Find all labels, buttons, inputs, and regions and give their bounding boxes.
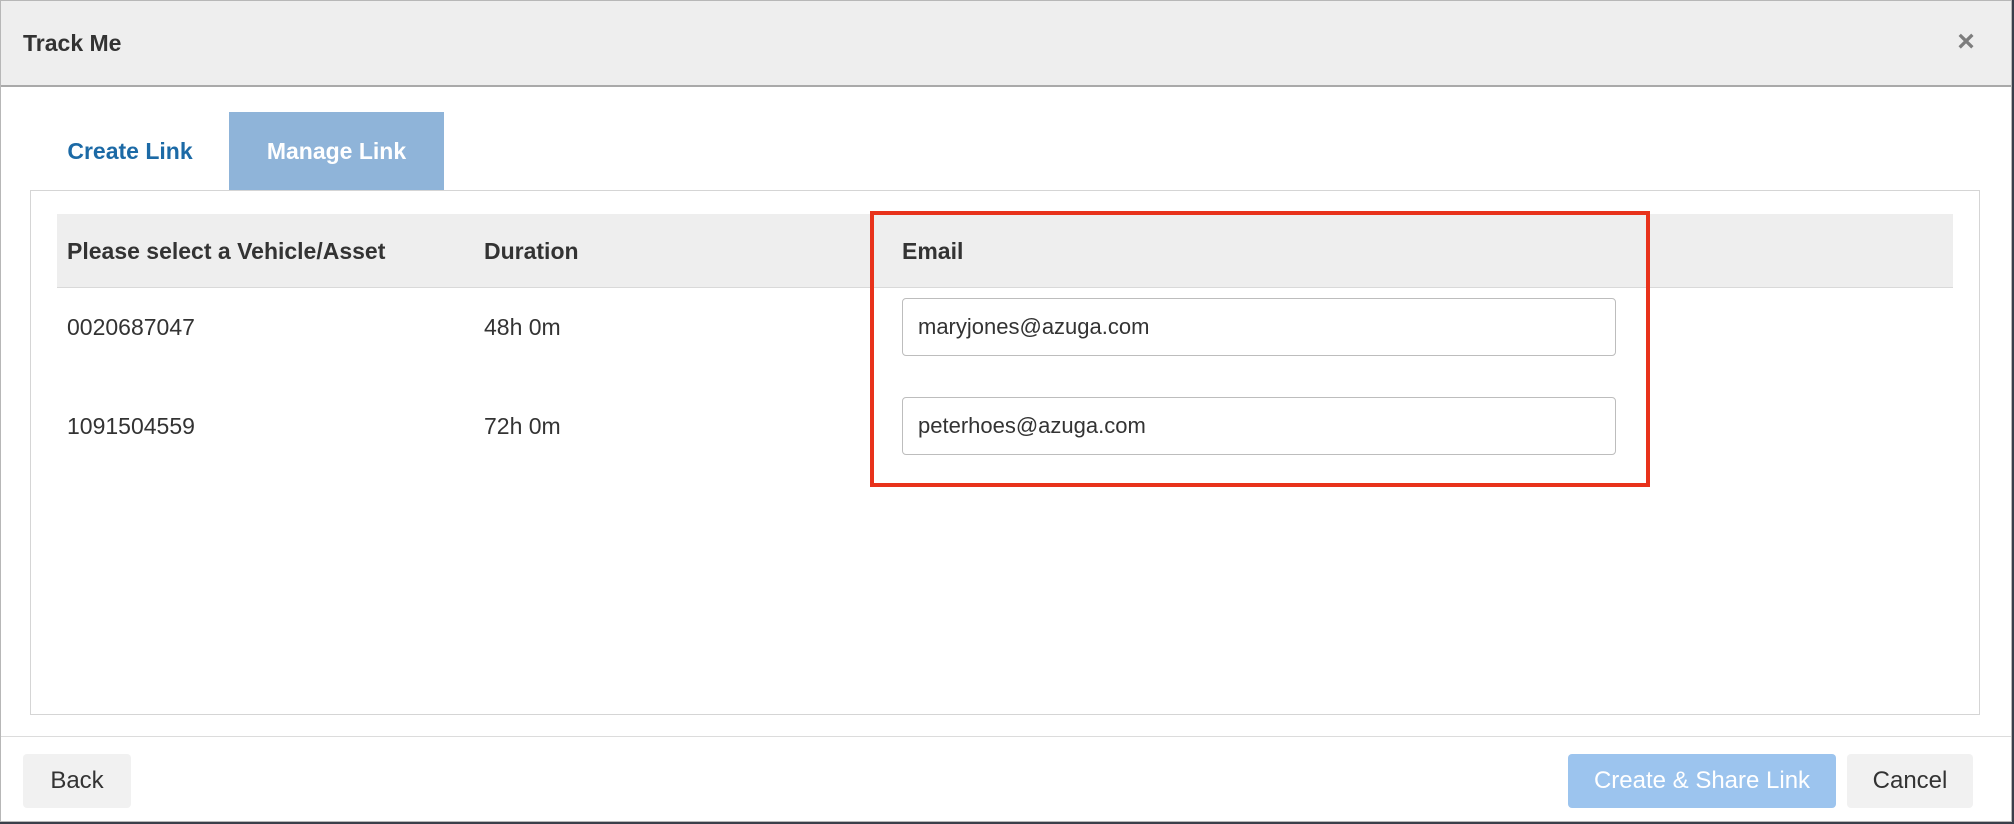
back-button[interactable]: Back [23,754,131,808]
table-row: 0020687047 48h 0m [57,288,1953,387]
email-input[interactable] [902,397,1616,455]
dialog-header: Track Me × [1,1,2011,87]
tab-panel: Please select a Vehicle/Asset Duration E… [30,190,1980,715]
table-row: 1091504559 72h 0m [57,387,1953,486]
cancel-button[interactable]: Cancel [1847,754,1973,808]
vehicle-id: 0020687047 [67,314,195,340]
table-header: Please select a Vehicle/Asset Duration E… [57,214,1953,288]
vehicle-id: 1091504559 [67,413,195,439]
column-header-email: Email [902,238,964,264]
duration-value: 72h 0m [484,413,561,439]
dialog-title: Track Me [23,30,122,56]
column-header-vehicle: Please select a Vehicle/Asset [67,238,386,264]
duration-value: 48h 0m [484,314,561,340]
create-share-link-button[interactable]: Create & Share Link [1568,754,1836,808]
column-header-duration: Duration [484,238,579,264]
tab-create-link[interactable]: Create Link [41,112,219,191]
tab-manage-link[interactable]: Manage Link [229,112,444,191]
track-me-dialog: Track Me × Create Link Manage Link Pleas… [0,0,2012,822]
close-icon[interactable]: × [1951,25,1981,59]
dialog-footer: Back Create & Share Link Cancel [1,736,2011,823]
email-input[interactable] [902,298,1616,356]
